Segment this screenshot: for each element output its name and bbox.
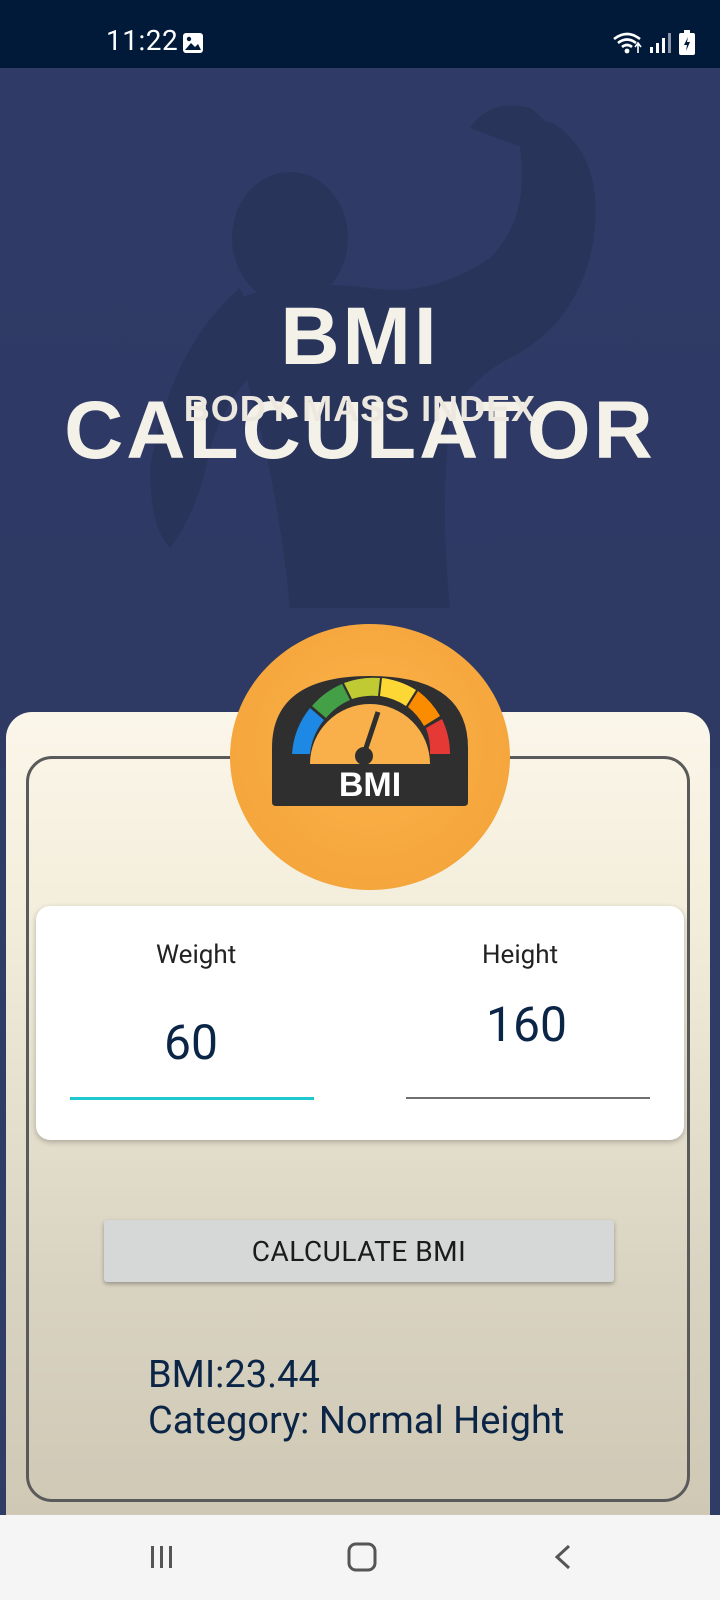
recents-button[interactable] — [142, 1537, 182, 1577]
signal-icon — [650, 33, 671, 53]
bmi-result-text: BMI:23.44 — [148, 1353, 320, 1397]
status-time: 11:22 — [106, 24, 179, 57]
weight-input-underline — [70, 1097, 314, 1100]
gauge-icon: BMI — [272, 676, 468, 806]
height-label: Height — [482, 940, 559, 970]
weight-label: Weight — [156, 940, 237, 970]
result-panel: BMI:23.44 Category: Normal Height — [148, 1352, 564, 1444]
category-result-text: Category: Normal Height — [148, 1399, 565, 1443]
height-input-underline — [406, 1097, 650, 1099]
image-icon — [183, 33, 203, 53]
system-nav-bar — [0, 1515, 720, 1600]
status-bar: 11:22 — [0, 0, 720, 68]
gauge-label: BMI — [339, 766, 401, 804]
height-input[interactable]: 160 — [486, 996, 567, 1053]
app-subtitle: BODY MASS INDEX — [183, 388, 537, 429]
battery-charging-icon — [679, 30, 695, 55]
weight-input[interactable]: 60 — [164, 1014, 218, 1071]
status-icons — [612, 30, 696, 56]
back-button[interactable] — [544, 1537, 584, 1577]
home-button[interactable] — [342, 1537, 382, 1577]
back-icon — [554, 1544, 571, 1570]
app-title: BMI CALCULATOR — [64, 291, 656, 476]
input-card: Weight 60 Height 160 — [36, 906, 684, 1140]
home-icon — [347, 1542, 377, 1572]
recents-icon — [151, 1546, 172, 1568]
wifi-icon — [613, 32, 642, 54]
calculate-bmi-button[interactable]: CALCULATE BMI — [104, 1220, 614, 1282]
bmi-gauge-logo: BMI — [230, 624, 510, 890]
